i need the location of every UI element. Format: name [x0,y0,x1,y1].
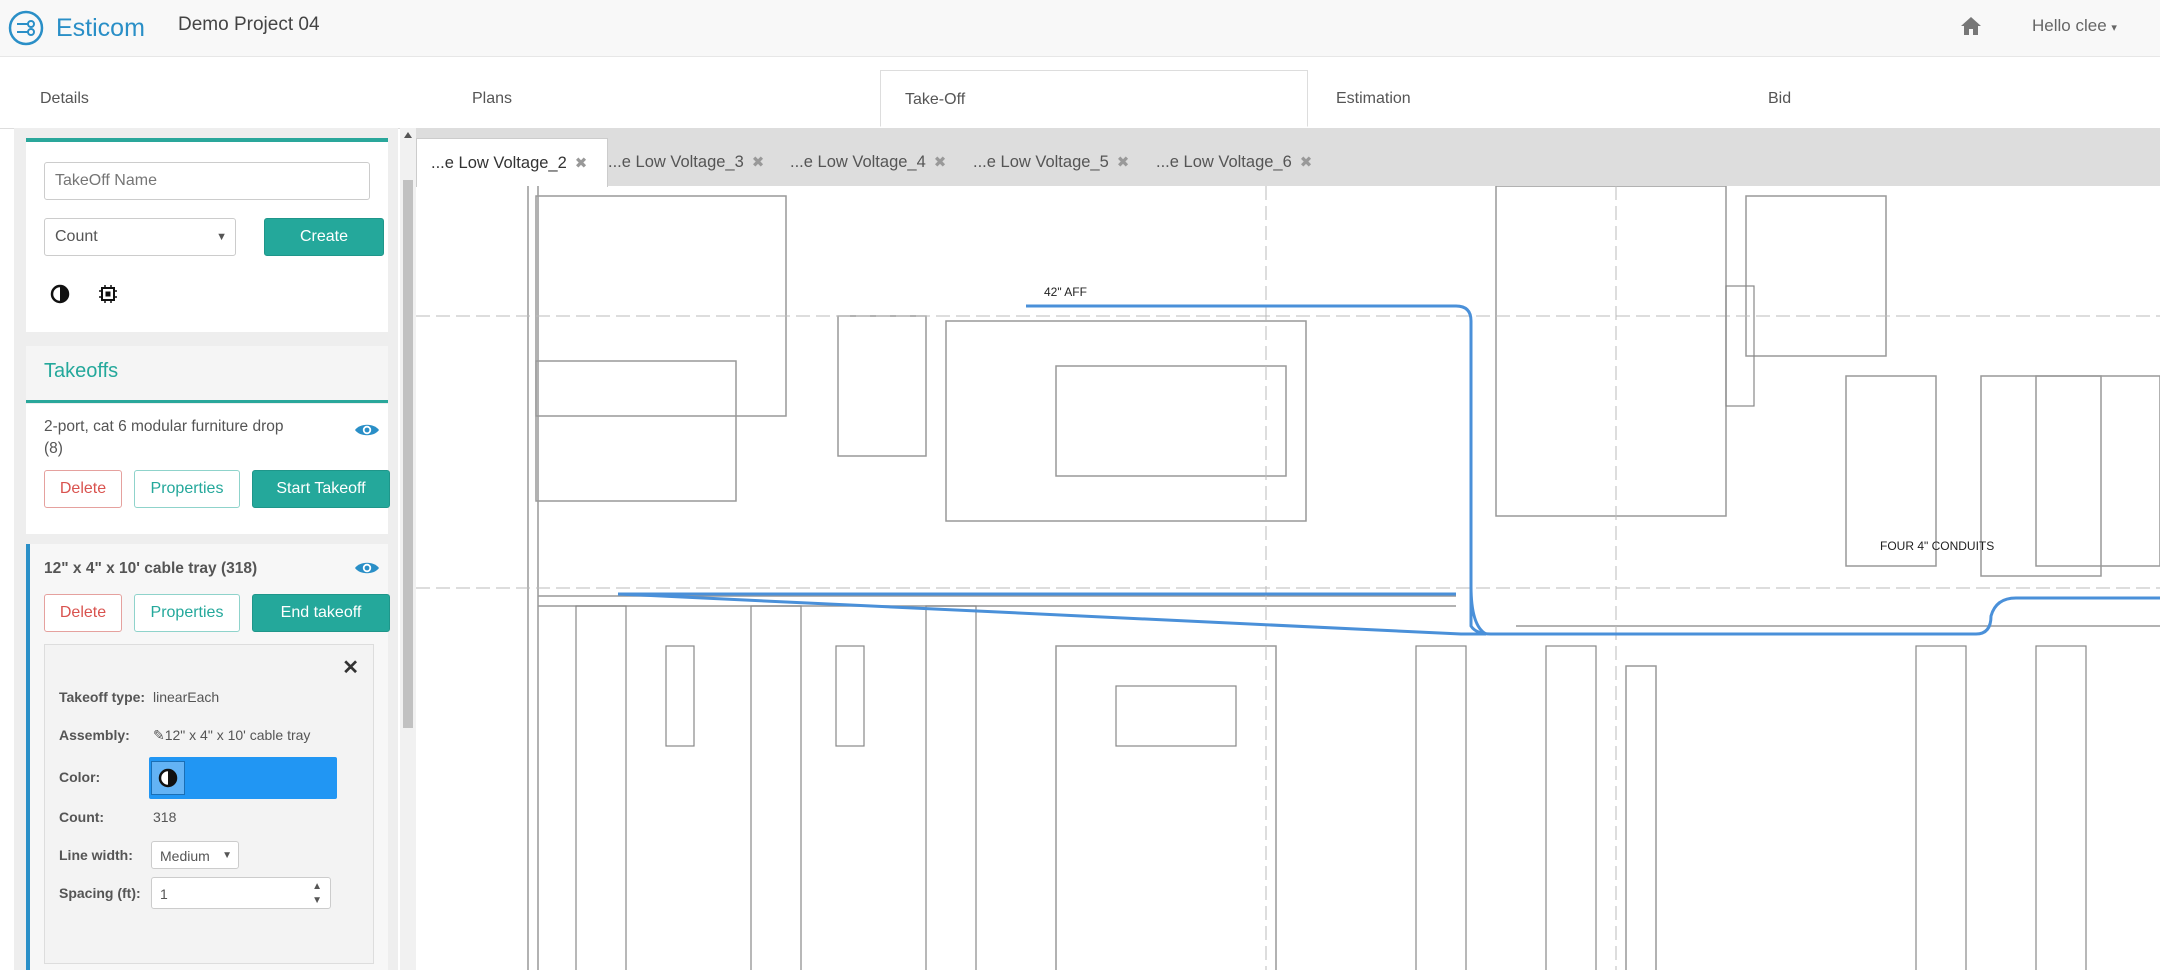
properties-button[interactable]: Properties [134,594,240,632]
line-width-label: Line width: [59,847,133,863]
assembly-label: Assembly: [59,727,130,743]
color-label: Color: [59,769,101,785]
sheet-tab[interactable]: ...e Low Voltage_3 ✖ [594,138,764,186]
scroll-up-arrow-icon[interactable] [404,132,412,138]
scrollbar-thumb[interactable] [403,180,413,728]
takeoff-type-value: linearEach [153,689,220,705]
caret-down-icon: ▼ [222,850,232,861]
eye-icon[interactable] [354,422,380,438]
esticom-logo-icon[interactable] [8,10,44,46]
sheet-tab[interactable]: ...e Low Voltage_6 ✖ [1142,138,1312,186]
delete-button[interactable]: Delete [44,470,122,508]
user-menu[interactable]: Hello clee ▾ [2032,16,2117,36]
assembly-value[interactable]: ✎12" x 4" x 10' cable tray [153,727,310,744]
caret-down-icon: ▾ [2111,22,2117,34]
eye-icon[interactable] [354,560,380,576]
line-width-value: Medium [160,848,210,864]
tab-plans[interactable]: Plans [472,70,512,127]
takeoff-type-label: Takeoff type: [59,689,146,705]
spacing-value: 1 [160,886,168,902]
close-icon[interactable]: ✖ [1117,154,1130,171]
properties-button[interactable]: Properties [134,470,240,508]
end-takeoff-button[interactable]: End takeoff [252,594,390,632]
tab-bid[interactable]: Bid [1768,70,1791,127]
takeoffs-title: Takeoffs [44,360,119,382]
contrast-icon[interactable] [50,284,70,304]
close-icon[interactable]: ✖ [934,154,947,171]
close-icon[interactable]: ✖ [1300,154,1313,171]
floor-plan-drawing[interactable]: 42" AFF FOUR 4" CONDUITS [416,186,2160,970]
sheet-tab-label: ...e Low Voltage_2 [431,154,567,172]
close-icon[interactable]: ✕ [342,655,359,680]
brand-name[interactable]: Esticom [56,14,145,43]
main-tabs: Details Plans Take-Off Estimation Bid [0,70,2160,129]
takeoff-name-input[interactable] [44,162,370,200]
takeoff-type-select[interactable]: Count ▼ [44,218,236,256]
takeoff-sidebar: Count ▼ Create Takeoffs 2-port, cat 6 mo… [14,128,398,970]
sheet-tab-label: ...e Low Voltage_4 [790,153,926,171]
takeoff-type-value: Count [55,228,98,245]
line-width-select[interactable]: Medium ▼ [151,841,239,869]
create-takeoff-card: Count ▼ Create [26,138,388,332]
takeoff-item-title: 2-port, cat 6 modular furniture drop (8) [44,416,284,460]
takeoff-properties-panel: ✕ Takeoff type: linearEach Assembly: ✎12… [44,644,374,964]
tab-estimation[interactable]: Estimation [1336,70,1411,127]
pencil-icon: ✎ [153,727,165,743]
tab-details[interactable]: Details [40,70,89,127]
takeoff-item-title-line2: (8) [44,440,63,457]
contrast-icon [158,768,178,788]
user-greeting: Hello clee [2032,16,2107,35]
takeoffs-header: Takeoffs [26,346,388,403]
start-takeoff-button[interactable]: Start Takeoff [252,470,390,508]
spacing-input[interactable]: 1 ▲ ▼ [151,877,331,909]
top-navbar: Esticom Demo Project 04 Hello clee ▾ [0,0,2160,57]
takeoff-item-title: 12" x 4" x 10' cable tray (318) [44,560,258,577]
close-icon[interactable]: ✖ [575,155,588,172]
sheet-tab[interactable]: ...e Low Voltage_5 ✖ [959,138,1129,186]
home-icon[interactable] [1960,16,1982,36]
project-title: Demo Project 04 [178,14,320,35]
assembly-value-text: 12" x 4" x 10' cable tray [164,727,311,743]
sheet-tab-label: ...e Low Voltage_5 [973,153,1109,171]
sheet-tab-label: ...e Low Voltage_6 [1156,153,1292,171]
stepper-icon[interactable]: ▲ ▼ [312,878,322,908]
tab-take-off[interactable]: Take-Off [880,70,1308,127]
chip-icon[interactable] [98,284,118,304]
sheet-tab[interactable]: ...e Low Voltage_2 ✖ [416,138,608,187]
create-button[interactable]: Create [264,218,384,256]
sheet-tab-label: ...e Low Voltage_3 [608,153,744,171]
close-icon[interactable]: ✖ [752,154,765,171]
count-value: 318 [153,809,177,825]
sheet-tab[interactable]: ...e Low Voltage_4 ✖ [776,138,946,186]
color-swatch[interactable] [151,761,185,795]
takeoff-item-title-line1: 2-port, cat 6 modular furniture drop [44,418,284,435]
caret-down-icon: ▼ [216,231,227,243]
color-picker[interactable] [149,757,337,799]
count-label: Count: [59,809,105,825]
delete-button[interactable]: Delete [44,594,122,632]
sheet-tabs: ...e Low Voltage_2 ✖ ...e Low Voltage_3 ✖ … [416,128,2160,187]
takeoff-item[interactable]: 2-port, cat 6 modular furniture drop (8)… [26,404,390,534]
takeoff-item-active[interactable]: 12" x 4" x 10' cable tray (318) Delete P… [26,544,390,970]
aff-label: 42" AFF [1044,285,1087,299]
plan-viewer: ...e Low Voltage_2 ✖ ...e Low Voltage_3 ✖ … [416,128,2160,970]
conduits-label: FOUR 4" CONDUITS [1880,539,1994,553]
spacing-label: Spacing (ft): [59,885,141,901]
